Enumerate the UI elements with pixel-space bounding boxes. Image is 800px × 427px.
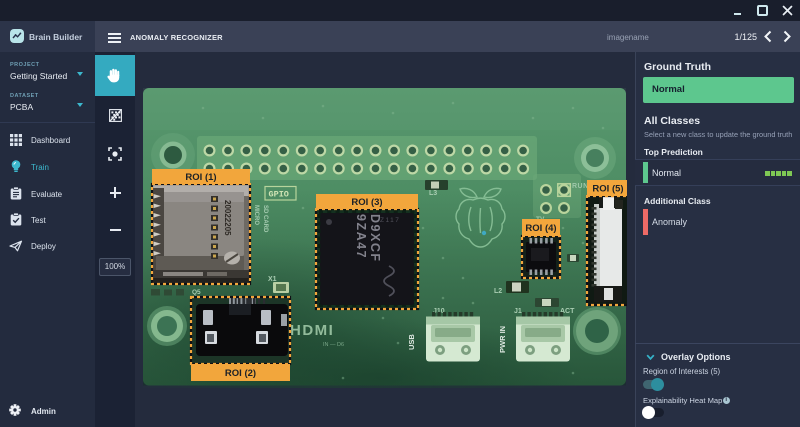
svg-text:SD CARD: SD CARD: [262, 205, 268, 233]
svg-text:ROI (3): ROI (3): [351, 197, 382, 208]
svg-text:L2: L2: [494, 288, 502, 295]
svg-text:X1: X1: [268, 276, 277, 283]
svg-text:9ZA47: 9ZA47: [354, 214, 368, 259]
svg-text:PWR IN: PWR IN: [498, 326, 507, 353]
svg-text:ROI (1): ROI (1): [185, 172, 216, 183]
svg-text:J1: J1: [514, 308, 522, 315]
svg-text:MICRO: MICRO: [253, 205, 259, 225]
svg-text:Z117: Z117: [380, 217, 400, 224]
svg-text:Q5: Q5: [192, 289, 201, 296]
svg-text:ROI (5): ROI (5): [592, 183, 623, 194]
svg-text:ROI (4): ROI (4): [525, 223, 556, 234]
svg-text:ROI (2): ROI (2): [225, 368, 256, 379]
svg-text:HDMI: HDMI: [290, 322, 334, 339]
svg-text:USB: USB: [407, 334, 416, 350]
svg-text:RUN: RUN: [572, 183, 589, 190]
svg-text:L3: L3: [429, 190, 437, 197]
svg-text:GPIO: GPIO: [269, 190, 289, 200]
svg-text:20022205: 20022205: [223, 200, 232, 236]
svg-text:D9XCF: D9XCF: [368, 214, 382, 262]
svg-text:IN — D6: IN — D6: [323, 342, 344, 348]
